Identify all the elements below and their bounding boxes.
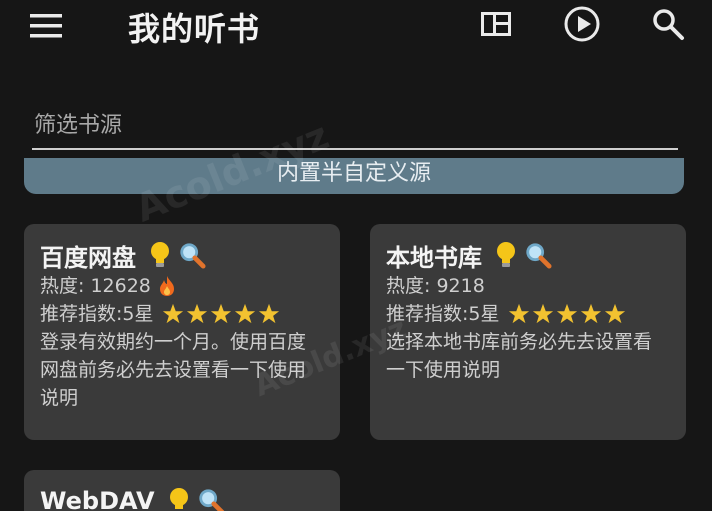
heat-row: 热度: 12628	[40, 272, 324, 300]
card-description: 选择本地书库前务必先去设置看一下使用说明	[386, 331, 653, 381]
star-icon	[258, 303, 279, 324]
play-circle-icon	[564, 6, 600, 42]
rating-label: 推荐指数:5星	[40, 303, 154, 325]
card-title-row: 百度网盘	[40, 238, 324, 272]
star-icon	[186, 303, 207, 324]
fire-icon	[159, 276, 174, 296]
card-title-row: WebDAV	[40, 484, 324, 511]
heat-label: 热度: 12628	[40, 275, 151, 297]
card-name: 本地书库	[386, 243, 482, 272]
star-icon	[210, 303, 231, 324]
source-card-baidu[interactable]: 百度网盘 热度: 12628 推荐指数:5星 登录有效期约一个月。使用百度网盘前…	[24, 224, 340, 440]
lightbulb-icon[interactable]	[492, 240, 520, 270]
magnifier-icon[interactable]	[524, 240, 552, 270]
source-card-local[interactable]: 本地书库 热度: 9218 推荐指数:5星 选择本地书库前务必先去设置看一下使用…	[370, 224, 686, 440]
card-name: 百度网盘	[40, 243, 136, 272]
lightbulb-icon[interactable]	[146, 240, 174, 270]
magnifier-icon[interactable]	[178, 240, 206, 270]
source-group-label: 内置半自定义源	[276, 161, 431, 186]
star-icon	[234, 303, 255, 324]
search-icon	[653, 9, 684, 40]
lightbulb-icon[interactable]	[165, 486, 193, 511]
menu-button[interactable]	[26, 8, 66, 44]
filter-input[interactable]	[32, 104, 678, 146]
heat-label: 热度: 9218	[386, 275, 485, 297]
star-icon	[162, 303, 183, 324]
app-bar: 我的听书	[0, 0, 712, 56]
source-card-webdav[interactable]: WebDAV	[24, 470, 340, 511]
star-rating	[162, 303, 282, 325]
source-group-header[interactable]: 内置半自定义源	[24, 158, 684, 194]
star-rating	[508, 303, 628, 325]
card-name: WebDAV	[40, 487, 155, 511]
page-title: 我的听书	[128, 10, 261, 48]
star-icon	[532, 303, 553, 324]
filter-field[interactable]	[32, 104, 678, 150]
heat-row: 热度: 9218	[386, 272, 670, 300]
rating-label: 推荐指数:5星	[386, 303, 500, 325]
star-icon	[604, 303, 625, 324]
rating-row: 推荐指数:5星	[40, 300, 324, 328]
layout-button[interactable]	[474, 4, 518, 44]
play-button[interactable]	[560, 4, 604, 44]
card-title-row: 本地书库	[386, 238, 670, 272]
menu-icon	[30, 14, 62, 38]
layout-icon	[481, 12, 511, 36]
star-icon	[556, 303, 577, 324]
magnifier-icon[interactable]	[197, 486, 225, 511]
card-description: 登录有效期约一个月。使用百度网盘前务必先去设置看一下使用说明	[40, 331, 307, 409]
search-button[interactable]	[646, 4, 690, 44]
rating-row: 推荐指数:5星	[386, 300, 670, 328]
star-icon	[508, 303, 529, 324]
star-icon	[580, 303, 601, 324]
